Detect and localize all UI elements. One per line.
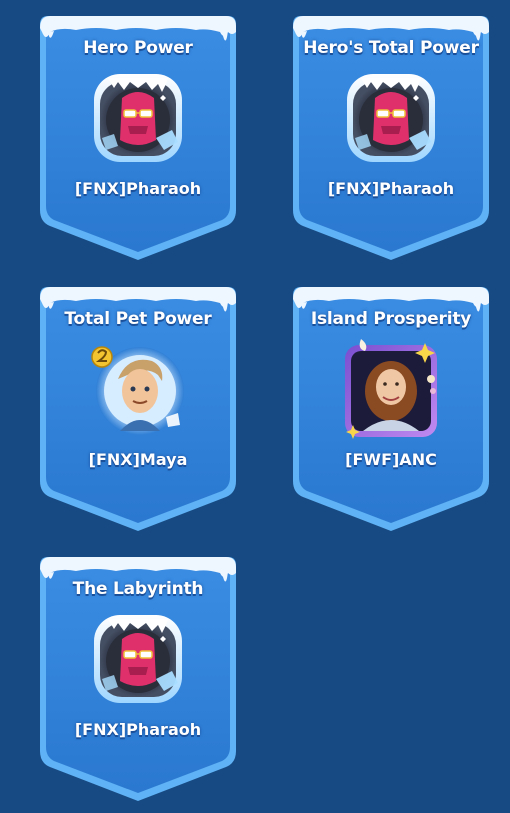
leaderboard-card-island-prosperity[interactable]: Island Prosperity [FWF]ANC xyxy=(289,285,493,537)
leaderboard-card-hero-power[interactable]: Hero Power [FNX]Pharaoh xyxy=(36,14,240,266)
player-name: [FNX]Maya xyxy=(88,450,188,469)
cartoon-hero-avatar-icon xyxy=(88,339,188,439)
card-title: Total Pet Power xyxy=(64,309,212,329)
player-name: [FNX]Pharaoh xyxy=(327,179,455,198)
player-name: [FNX]Pharaoh xyxy=(74,720,202,739)
card-title: Hero Power xyxy=(83,38,193,58)
ice-frame-avatar-icon xyxy=(88,68,188,168)
player-name: [FNX]Pharaoh xyxy=(74,179,202,198)
photo-avatar-icon xyxy=(341,339,441,439)
leaderboard-card-the-labyrinth[interactable]: The Labyrinth [FNX]Pharaoh xyxy=(36,555,240,807)
ice-frame-avatar-icon xyxy=(341,68,441,168)
card-title: Hero's Total Power xyxy=(303,38,479,58)
leaderboard-card-total-pet-power[interactable]: Total Pet Power [FNX]Maya xyxy=(36,285,240,537)
card-title: The Labyrinth xyxy=(72,579,204,599)
ice-frame-avatar-icon xyxy=(88,609,188,709)
player-name: [FWF]ANC xyxy=(345,450,437,469)
leaderboard-card-heros-total-power[interactable]: Hero's Total Power [FNX]Pharaoh xyxy=(289,14,493,266)
card-title: Island Prosperity xyxy=(310,309,472,329)
